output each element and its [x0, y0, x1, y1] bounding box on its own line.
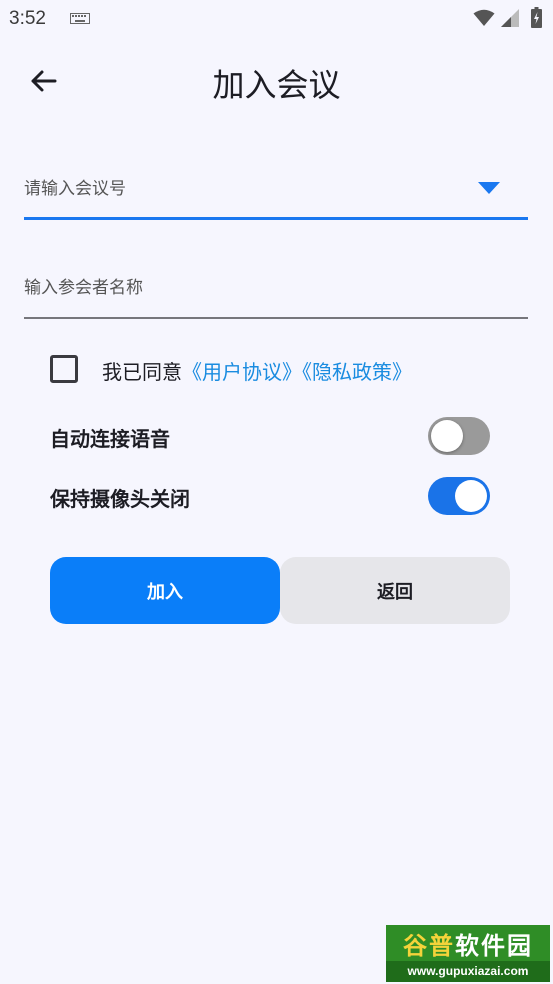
watermark-url: www.gupuxiazai.com — [386, 961, 550, 982]
cellular-signal-icon — [501, 9, 519, 27]
keep-camera-off-toggle[interactable] — [428, 477, 490, 515]
watermark-title-rest: 软件园 — [455, 931, 533, 960]
meeting-number-field[interactable]: 请输入会议号 — [24, 160, 528, 220]
join-button[interactable]: 加入 — [50, 557, 280, 624]
keep-camera-off-label: 保持摄像头关闭 — [50, 487, 190, 511]
toggle-knob — [455, 480, 487, 512]
keyboard-icon — [70, 13, 90, 24]
auto-connect-audio-row: 自动连接语音 — [50, 417, 492, 457]
toggle-knob — [431, 420, 463, 452]
battery-charging-icon — [531, 7, 542, 28]
user-agreement-link[interactable]: 《用户协议》 — [182, 360, 302, 384]
meeting-number-placeholder: 请输入会议号 — [24, 179, 126, 199]
watermark-highlight: 谷普 — [403, 931, 455, 960]
header: 加入会议 — [0, 52, 553, 112]
dropdown-triangle-icon[interactable] — [478, 182, 500, 194]
watermark-logo: 谷普 软件园 www.gupuxiazai.com — [386, 925, 550, 982]
participant-name-field[interactable]: 输入参会者名称 — [24, 258, 528, 319]
agreement-checkbox[interactable] — [50, 355, 78, 383]
auto-connect-audio-toggle[interactable] — [428, 417, 490, 455]
participant-name-placeholder: 输入参会者名称 — [24, 278, 143, 298]
watermark-title: 谷普 软件园 — [386, 925, 550, 961]
page-title: 加入会议 — [212, 66, 341, 104]
return-button[interactable]: 返回 — [280, 557, 510, 624]
privacy-policy-link[interactable]: 《隐私政策》 — [302, 360, 412, 384]
auto-connect-audio-label: 自动连接语音 — [50, 427, 170, 451]
status-time: 3:52 — [9, 8, 46, 29]
status-bar: 3:52 — [0, 0, 553, 40]
agreement-text: 我已同意《用户协议》《隐私政策》 — [102, 356, 412, 385]
keep-camera-off-row: 保持摄像头关闭 — [50, 477, 492, 517]
wifi-icon — [473, 9, 495, 26]
agreement-prefix: 我已同意 — [102, 360, 182, 384]
agreement-row: 我已同意《用户协议》《隐私政策》 — [50, 354, 510, 386]
